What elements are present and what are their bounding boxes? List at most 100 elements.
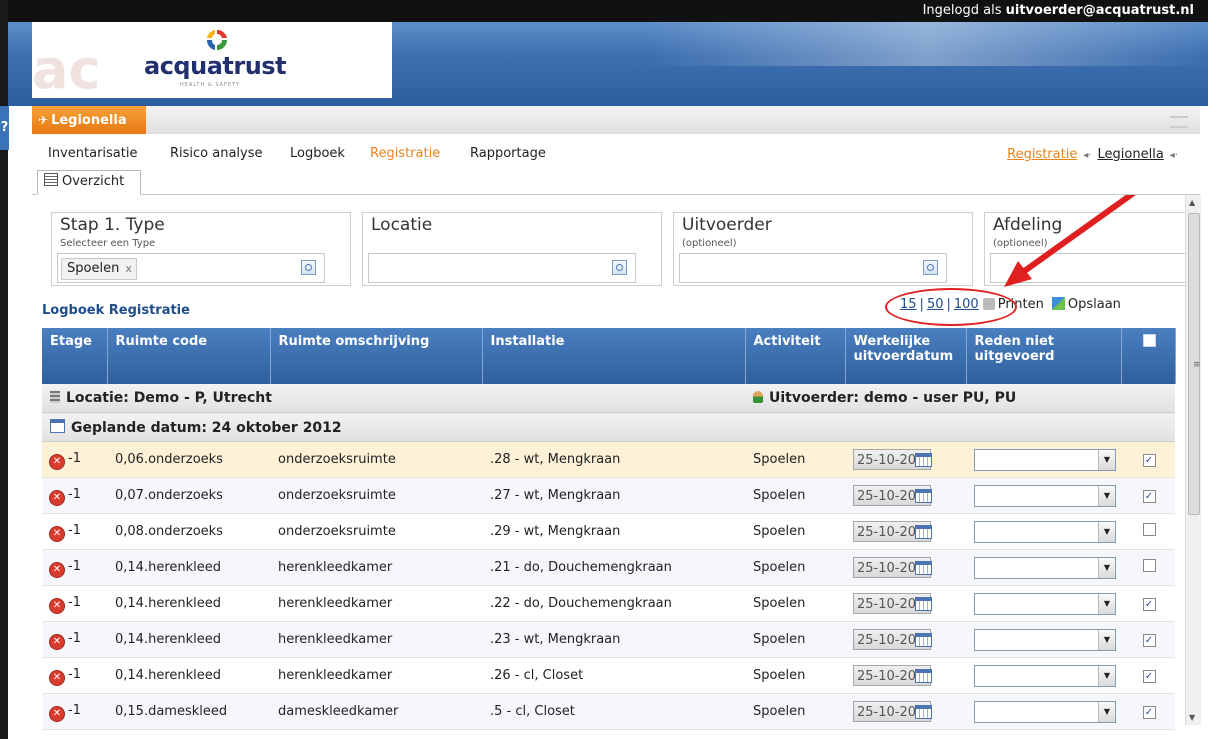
cell-ruimte-omschrijving: dameskleedkamer [270, 693, 482, 730]
cell-activiteit: Spoelen [745, 585, 845, 622]
cell-uitvoerdatum: 25-10-2012 [845, 657, 966, 694]
row-checkbox[interactable] [1142, 559, 1156, 572]
row-checkbox[interactable]: ✓ [1142, 706, 1156, 719]
cell-reden: ▼ [966, 657, 1121, 694]
cell-ruimte-code: 0,14.herenkleed [107, 585, 270, 622]
main-nav: Inventarisatie Risico analyse Logboek Re… [32, 134, 1200, 168]
scrollbar-grip-icon: ≡ [1193, 360, 1201, 370]
nav-rapportage[interactable]: Rapportage [470, 146, 546, 161]
login-status: Ingelogd als uitvoerder@acquatrust.nl [923, 3, 1194, 18]
cell-ruimte-code: 0,14.herenkleed [107, 657, 270, 694]
logo-tagline: HEALTH & SAFETY [180, 82, 241, 88]
reason-select[interactable]: ▼ [974, 628, 1116, 651]
reason-select[interactable]: ▼ [974, 664, 1116, 687]
reason-select[interactable]: ▼ [974, 520, 1116, 543]
chevron-down-icon[interactable]: ▼ [1098, 629, 1115, 650]
etage-value: -1 [68, 522, 81, 538]
row-checkbox[interactable]: ✓ [1142, 598, 1156, 611]
cell-ruimte-omschrijving: herenkleedkamer [270, 549, 482, 586]
chevron-down-icon[interactable]: ▼ [1098, 665, 1115, 686]
logo[interactable]: ac acquatrust HEALTH & SAFETY [32, 22, 392, 98]
cell-etage: ✕ -1 [42, 621, 107, 658]
cell-ruimte-omschrijving: herenkleedkamer [270, 657, 482, 694]
breadcrumb-parent[interactable]: Legionella [1098, 147, 1164, 162]
annotation-arrow [1004, 195, 1136, 287]
cell-ruimte-code: 0,15.dameskleed [107, 693, 270, 730]
logo-swirl-icon [206, 29, 227, 50]
delete-icon[interactable]: ✕ [50, 598, 64, 613]
chevron-down-icon[interactable]: ▼ [1098, 521, 1115, 542]
legionella-icon: ✈ [38, 113, 49, 127]
scroll-down-icon[interactable]: ▼ [1189, 713, 1195, 722]
breadcrumb-separator-icon: ◂· [1169, 150, 1178, 161]
etage-value: -1 [68, 666, 81, 682]
cell-installatie: .26 - cl, Closet [482, 657, 745, 694]
calendar-picker-icon[interactable] [915, 704, 932, 719]
reason-select[interactable]: ▼ [974, 556, 1116, 579]
table-row[interactable]: ✕ -1 0,14.herenkleed herenkleedkamer .21 - d… [42, 549, 1175, 586]
cell-installatie: .29 - wt, Mengkraan [482, 513, 745, 550]
logo-text: acquatrust [144, 52, 287, 80]
reason-select[interactable]: ▼ [974, 700, 1116, 723]
top-bar: Ingelogd als uitvoerder@acquatrust.nl [8, 0, 1208, 22]
module-tab-label: Legionella [51, 113, 127, 128]
tab-overzicht[interactable]: Overzicht [37, 170, 141, 195]
banner-shine [648, 22, 1208, 66]
cell-uitvoerdatum: 25-10-2012 [845, 513, 966, 550]
cell-select: ✓ [1121, 657, 1175, 694]
breadcrumb-current[interactable]: Registratie [1007, 147, 1077, 162]
row-checkbox[interactable] [1142, 523, 1156, 536]
cell-reden: ▼ [966, 549, 1121, 586]
cell-select [1121, 549, 1175, 586]
delete-icon[interactable]: ✕ [50, 670, 64, 685]
cell-reden: ▼ [966, 621, 1121, 658]
vertical-scrollbar[interactable]: ▲ ▼ [1185, 195, 1201, 725]
nav-registratie[interactable]: Registratie [370, 146, 440, 161]
cell-installatie: .23 - wt, Mengkraan [482, 621, 745, 658]
scroll-up-icon[interactable]: ▲ [1189, 198, 1195, 207]
delete-icon[interactable]: ✕ [50, 526, 64, 541]
calendar-picker-icon[interactable] [915, 524, 932, 539]
module-tab-legionella[interactable]: ✈ Legionella [32, 106, 146, 134]
nav-risico-analyse[interactable]: Risico analyse [170, 146, 263, 161]
cell-activiteit: Spoelen [745, 693, 845, 730]
cell-installatie: .21 - do, Douchemengkraan [482, 549, 745, 586]
help-tab[interactable]: ? [0, 106, 9, 150]
delete-icon[interactable]: ✕ [50, 634, 64, 649]
cell-activiteit: Spoelen [745, 513, 845, 550]
login-prefix: Ingelogd als [922, 3, 1006, 18]
list-icon [44, 173, 58, 186]
cell-etage: ✕ -1 [42, 549, 107, 586]
tab-strip: Overzicht [32, 168, 1200, 195]
chevron-down-icon[interactable]: ▼ [1098, 557, 1115, 578]
cell-installatie: .5 - cl, Closet [482, 693, 745, 730]
logo-watermark: ac [32, 42, 101, 98]
cell-activiteit: Spoelen [745, 621, 845, 658]
row-checkbox[interactable]: ✓ [1142, 670, 1156, 683]
row-checkbox[interactable]: ✓ [1142, 634, 1156, 647]
calendar-picker-icon[interactable] [915, 596, 932, 611]
calendar-picker-icon[interactable] [915, 560, 932, 575]
table-row[interactable]: ✕ -1 0,08.onderzoeks onderzoeksruimte .29 - … [42, 513, 1175, 550]
calendar-picker-icon[interactable] [915, 668, 932, 683]
chevron-down-icon[interactable]: ▼ [1098, 701, 1115, 722]
table-row[interactable]: ✕ -1 0,15.dameskleed dameskleedkamer .5 - cl… [42, 693, 1175, 730]
nav-logboek[interactable]: Logboek [290, 146, 345, 161]
cell-etage: ✕ -1 [42, 657, 107, 694]
reason-select[interactable]: ▼ [974, 592, 1116, 615]
chevron-down-icon[interactable]: ▼ [1098, 593, 1115, 614]
cell-select: ✓ [1121, 621, 1175, 658]
table-row[interactable]: ✕ -1 0,14.herenkleed herenkleedkamer .26 - c… [42, 657, 1175, 694]
nav-inventarisatie[interactable]: Inventarisatie [48, 146, 137, 161]
calendar-picker-icon[interactable] [915, 632, 932, 647]
cell-etage: ✕ -1 [42, 693, 107, 730]
menu-lines-icon[interactable] [1170, 116, 1188, 128]
table-row[interactable]: ✕ -1 0,14.herenkleed herenkleedkamer .22 - d… [42, 585, 1175, 622]
delete-icon[interactable]: ✕ [50, 562, 64, 577]
table-row[interactable]: ✕ -1 0,14.herenkleed herenkleedkamer .23 - w… [42, 621, 1175, 658]
cell-uitvoerdatum: 25-10-2012 [845, 549, 966, 586]
cell-reden: ▼ [966, 693, 1121, 730]
cell-select: ✓ [1121, 693, 1175, 730]
delete-icon[interactable]: ✕ [50, 706, 64, 721]
main-content: Stap 1. Type Selecteer een Type Spoelen x… [32, 195, 1185, 739]
